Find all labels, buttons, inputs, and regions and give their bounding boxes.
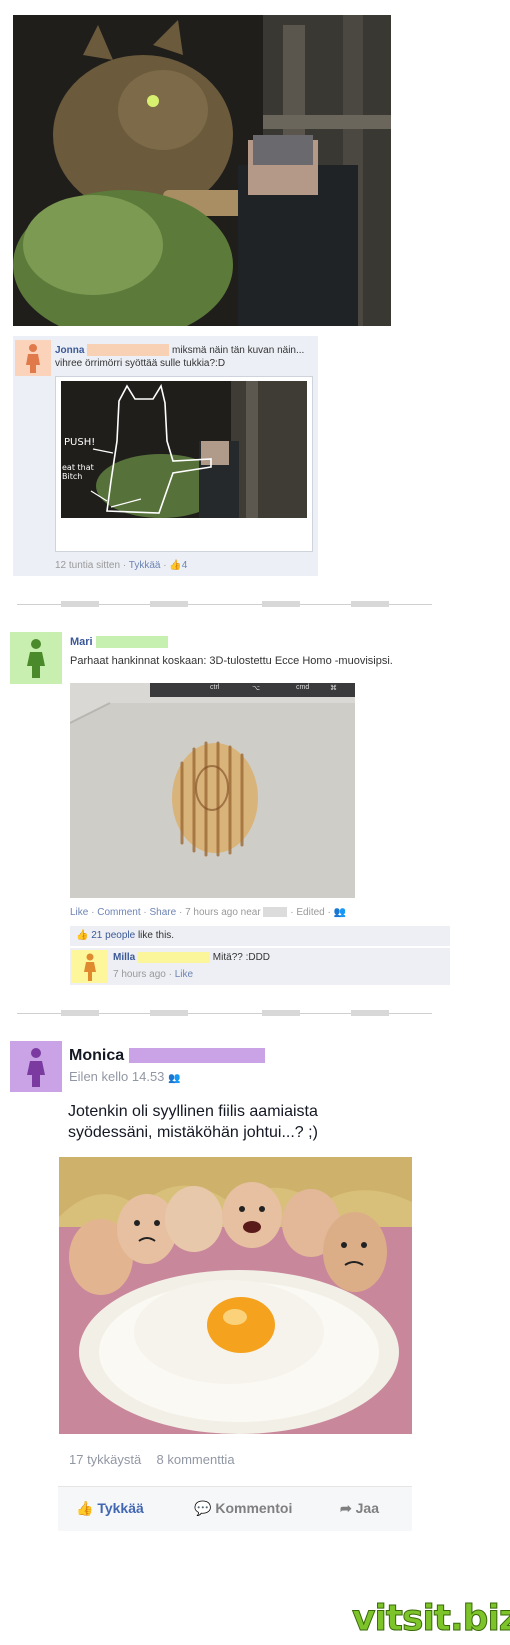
post3-text: Jotenkin oli syyllinen fiilis aamiaista … xyxy=(68,1103,318,1141)
separator-tick xyxy=(351,601,389,607)
chip-photo-art xyxy=(70,702,355,898)
female-silhouette-icon xyxy=(26,344,40,373)
thumbs-up-icon: 👍 xyxy=(76,1500,94,1516)
post2-actions: Like · Comment · Share · 7 hours ago nea… xyxy=(70,907,347,918)
separator-tick xyxy=(61,1010,99,1016)
watermark: vitsit.biz xyxy=(352,1598,510,1640)
comment-button-label: Kommentoi xyxy=(215,1500,293,1516)
moose-photo-art xyxy=(13,15,391,326)
reply-like-link[interactable]: Like xyxy=(175,969,193,980)
reply-box: Milla Mitä?? :DDD 7 hours ago · Like xyxy=(70,948,450,985)
female-silhouette-icon xyxy=(27,1047,45,1087)
eggs-photo-art xyxy=(59,1157,412,1434)
separator-tick xyxy=(61,601,99,607)
post3-header: Monica xyxy=(69,1047,265,1065)
avatar-mari[interactable] xyxy=(10,632,62,684)
comment-body: Jonna miksmä näin tän kuvan näin... vihr… xyxy=(55,344,310,370)
post-time[interactable]: Eilen kello 14.53 xyxy=(69,1069,164,1084)
action-bar: 👍 Tykkää 💬 Kommentoi ➦ Jaa xyxy=(58,1486,412,1531)
female-silhouette-icon xyxy=(27,639,45,678)
separator-tick xyxy=(351,1010,389,1016)
redacted-surname xyxy=(87,344,170,357)
redacted-location xyxy=(263,907,288,918)
reply-time: 7 hours ago xyxy=(113,969,166,980)
moose-photo[interactable] xyxy=(13,15,391,326)
comment-button[interactable]: 💬 Kommentoi xyxy=(194,1500,292,1517)
avatar-monica[interactable] xyxy=(10,1041,62,1092)
post3-stats: 17 tykkäystä 8 kommenttia xyxy=(69,1452,235,1467)
reply-body: Milla Mitä?? :DDD xyxy=(113,952,270,963)
reply-name[interactable]: Milla xyxy=(113,952,135,963)
audience-icon[interactable]: 👥 xyxy=(334,907,346,918)
comment-box: Jonna miksmä näin tän kuvan näin... vihr… xyxy=(13,336,318,576)
comment-like-count[interactable]: 4 xyxy=(182,560,188,571)
likes-count[interactable]: 17 tykkäystä xyxy=(69,1452,141,1467)
likes-count-link[interactable]: 21 people xyxy=(91,930,135,941)
post2-header: Mari xyxy=(70,636,168,649)
redacted-surname xyxy=(95,636,168,649)
separator-tick xyxy=(262,601,300,607)
comment-time: 12 tuntia sitten xyxy=(55,560,121,571)
avatar-jonna[interactable] xyxy=(15,340,51,376)
share-arrow-icon: ➦ xyxy=(340,1500,352,1516)
separator-tick xyxy=(150,1010,188,1016)
separator-tick xyxy=(150,601,188,607)
doodle-image xyxy=(61,381,307,518)
like-link[interactable]: Like xyxy=(70,907,88,918)
share-button-label: Jaa xyxy=(355,1500,379,1516)
eggs-photo[interactable] xyxy=(59,1157,412,1434)
comment-like-link[interactable]: Tykkää xyxy=(129,560,161,571)
comment-bubble-icon: 💬 xyxy=(194,1500,212,1516)
thumbs-up-icon: 👍 xyxy=(76,930,89,941)
comment-image-frame[interactable]: PUSH! eat that Bitch xyxy=(55,376,313,552)
reply-text: Mitä?? :DDD xyxy=(212,952,271,964)
poster-name[interactable]: Mari xyxy=(70,636,93,648)
redacted-surname xyxy=(128,1048,265,1064)
post2-text: Parhaat hankinnat koskaan: 3D-tulostettu… xyxy=(70,655,393,667)
share-button[interactable]: ➦ Jaa xyxy=(340,1500,379,1517)
comment-meta: 12 tuntia sitten · Tykkää · 👍4 xyxy=(55,560,188,571)
thumbs-up-icon: 👍 xyxy=(169,560,182,571)
edited-label[interactable]: Edited xyxy=(296,907,324,918)
like-button[interactable]: 👍 Tykkää xyxy=(76,1500,144,1517)
like-button-label: Tykkää xyxy=(97,1500,144,1516)
comment-link[interactable]: Comment xyxy=(97,907,140,918)
avatar-milla[interactable] xyxy=(71,950,108,983)
poster-name[interactable]: Monica xyxy=(69,1047,124,1064)
female-silhouette-icon xyxy=(83,953,96,981)
chip-photo[interactable]: ctrl ⌥ cmd ⌘ xyxy=(70,683,355,898)
redacted-surname xyxy=(138,952,211,963)
doodle-push-text: PUSH! xyxy=(64,437,96,448)
reply-meta: 7 hours ago · Like xyxy=(113,969,194,980)
comments-count[interactable]: 8 kommenttia xyxy=(157,1452,235,1467)
likes-suffix: like this. xyxy=(137,930,175,941)
share-link[interactable]: Share xyxy=(150,907,177,918)
post3-time-row: Eilen kello 14.53 👥 xyxy=(69,1069,180,1084)
doodle-eat-text: eat that Bitch xyxy=(62,463,94,481)
audience-icon[interactable]: 👥 xyxy=(168,1073,180,1084)
commenter-name[interactable]: Jonna xyxy=(55,345,84,356)
separator-tick xyxy=(262,1010,300,1016)
likes-bar: 👍 21 people like this. xyxy=(70,926,450,946)
post-time: 7 hours ago near xyxy=(185,907,261,918)
